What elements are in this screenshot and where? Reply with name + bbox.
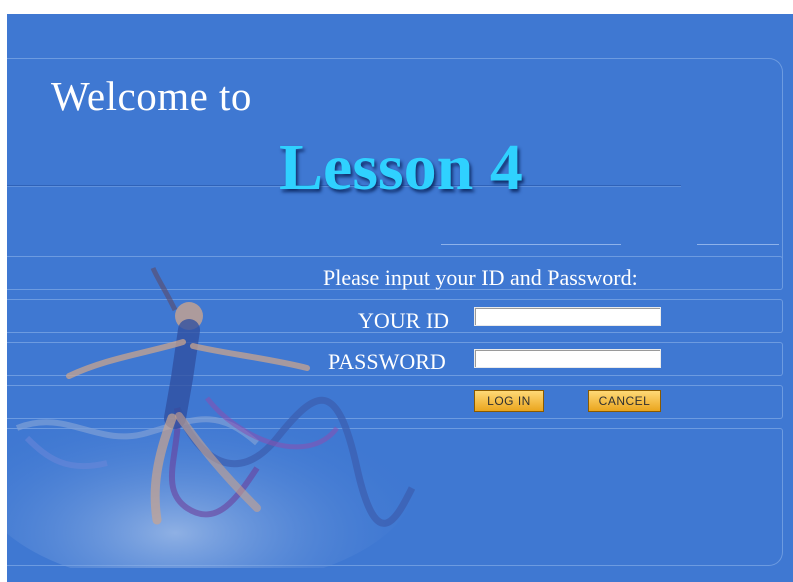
welcome-heading: Welcome to (51, 73, 252, 119)
gymnast-illustration (7, 267, 417, 568)
login-prompt: Please input your ID and Password: (323, 265, 638, 290)
login-screen: Welcome to Lesson 4 Please input your ID… (7, 14, 793, 582)
cancel-button[interactable]: CANCEL (588, 390, 661, 412)
id-label: YOUR ID (358, 308, 450, 333)
password-label: PASSWORD (328, 349, 446, 374)
header-underline (441, 244, 621, 245)
id-input[interactable] (474, 307, 661, 326)
login-button[interactable]: LOG IN (474, 390, 544, 412)
header-underline-end (697, 244, 779, 245)
password-input[interactable] (474, 349, 661, 368)
lesson-title: Lesson 4 (279, 131, 523, 204)
